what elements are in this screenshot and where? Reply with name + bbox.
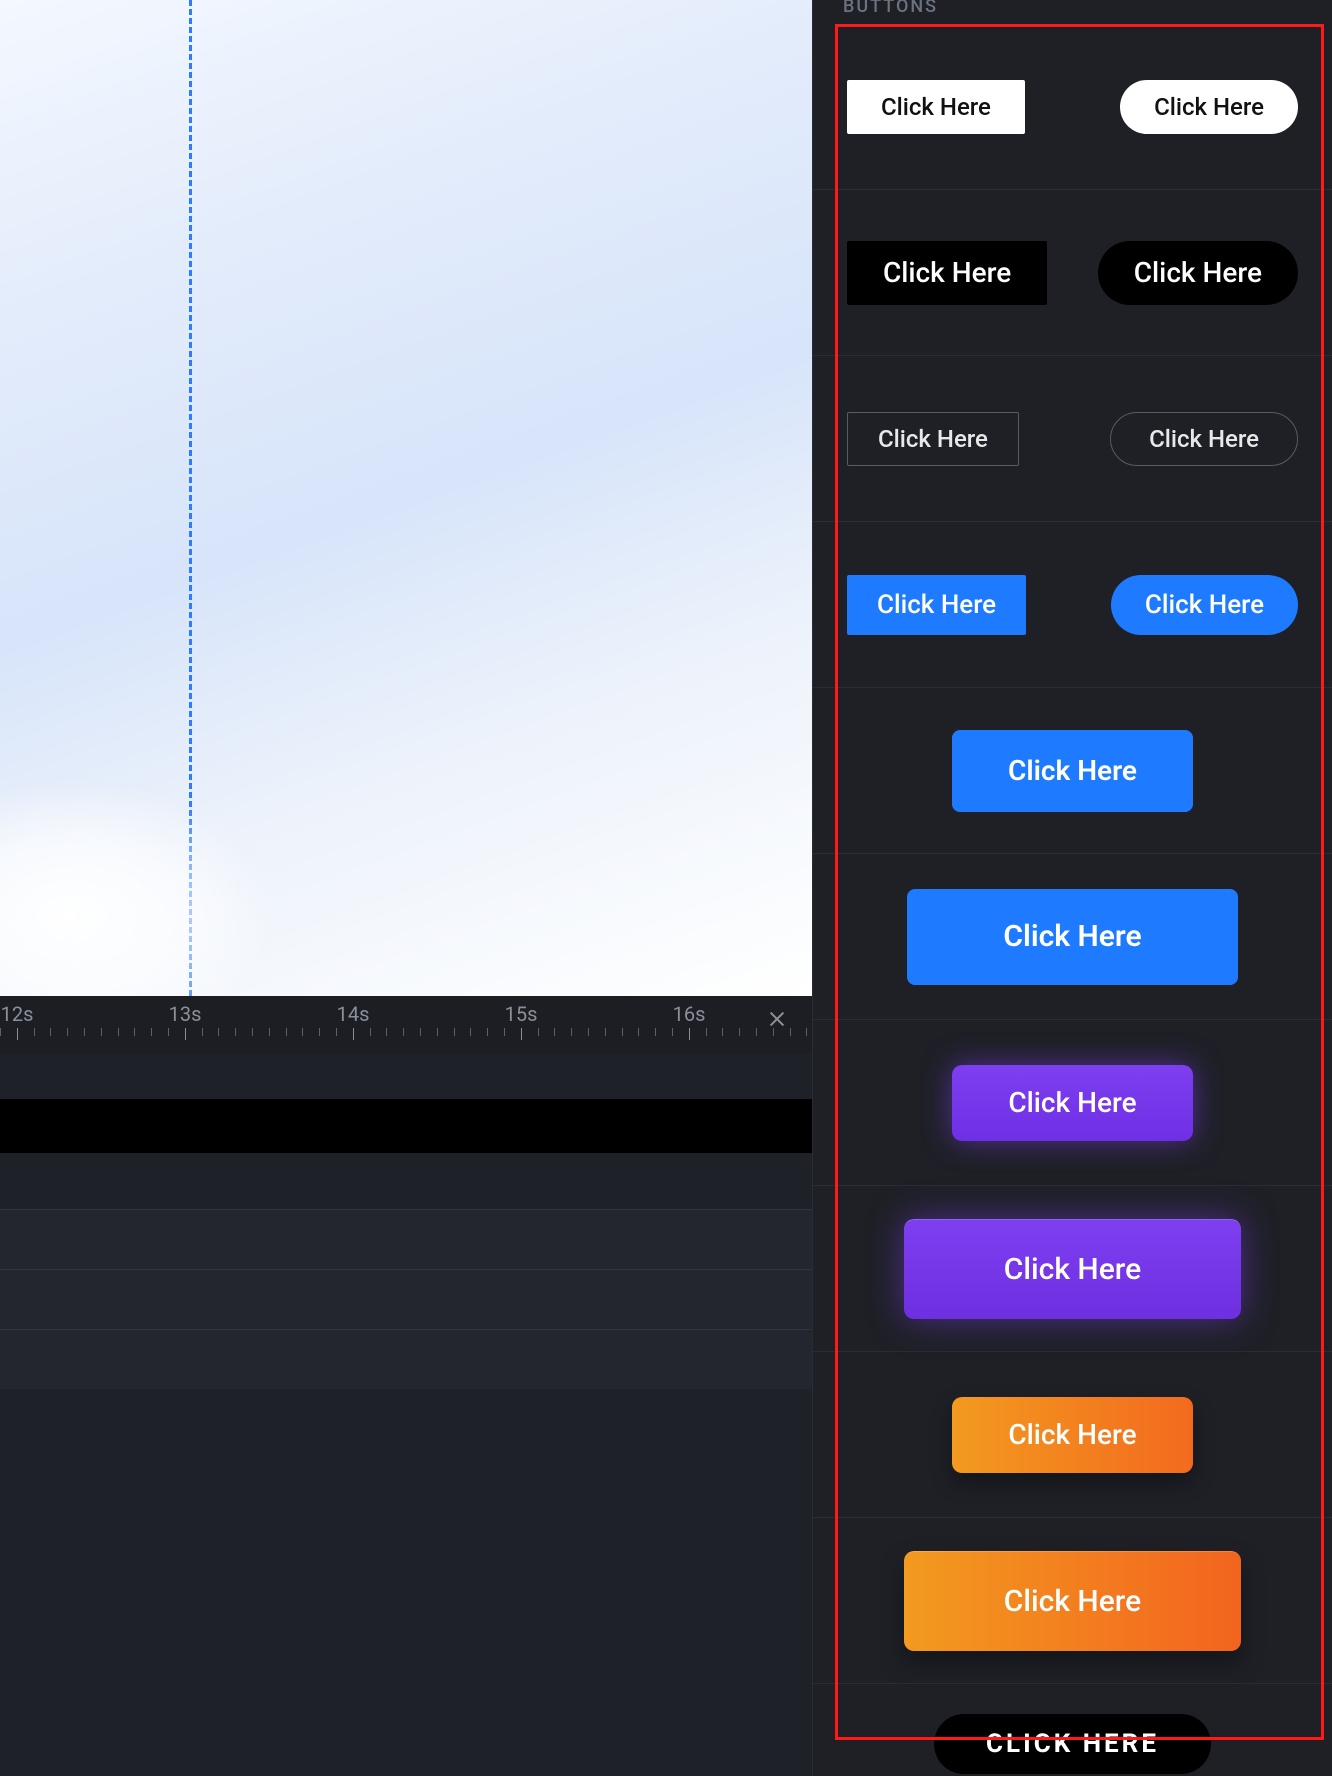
button-preset-black-pill[interactable]: Click Here — [1098, 241, 1298, 305]
button-style-row: Click Here — [813, 1020, 1332, 1186]
button-preset-white-rect[interactable]: Click Here — [847, 80, 1025, 134]
button-style-row: Click Here — [813, 1352, 1332, 1518]
preview-canvas[interactable] — [0, 0, 812, 996]
button-preset-blue-pill[interactable]: Click Here — [1111, 575, 1298, 635]
button-style-row: Click Here — [813, 854, 1332, 1020]
editor-left-pane: 12s 13s 14s 15s 16s — [0, 0, 812, 1776]
button-preset-blue-rect[interactable]: Click Here — [847, 575, 1026, 635]
button-style-row: Click Here Click Here — [813, 522, 1332, 688]
button-preset-orange-medium[interactable]: Click Here — [952, 1397, 1192, 1473]
timeline-time-label: 13s — [169, 1002, 202, 1026]
button-style-row: Click Here — [813, 1186, 1332, 1352]
button-style-row: Click Here — [813, 688, 1332, 854]
button-preset-outline-pill[interactable]: Click Here — [1110, 412, 1298, 466]
button-preset-blue-large[interactable]: Click Here — [907, 889, 1237, 985]
button-preset-orange-large[interactable]: Click Here — [904, 1551, 1241, 1651]
timeline-ruler[interactable]: 12s 13s 14s 15s 16s — [0, 996, 812, 1054]
track-row[interactable] — [0, 1209, 812, 1269]
timeline-time-label: 16s — [673, 1002, 706, 1026]
vertical-guide-line[interactable] — [189, 0, 192, 996]
track-row[interactable] — [0, 1329, 812, 1389]
button-style-row: Click Here Click Here — [813, 24, 1332, 190]
button-style-row: Click Here Click Here — [813, 356, 1332, 522]
button-preset-purple-large[interactable]: Click Here — [904, 1219, 1241, 1319]
timeline-tracks — [0, 1054, 812, 1776]
track-row[interactable] — [0, 1269, 812, 1329]
button-preset-purple-medium[interactable]: Click Here — [952, 1065, 1192, 1141]
button-preset-blue-medium[interactable]: Click Here — [952, 730, 1193, 812]
button-preset-black-rect[interactable]: Click Here — [847, 241, 1047, 305]
timeline-time-label: 15s — [505, 1002, 538, 1026]
button-preset-black-caps-pill[interactable]: CLICK HERE — [934, 1714, 1211, 1774]
timeline-time-label: 14s — [337, 1002, 370, 1026]
close-timeline-button[interactable] — [762, 1004, 792, 1034]
close-icon — [766, 1008, 788, 1030]
timeline-time-label: 12s — [1, 1002, 34, 1026]
button-style-row: Click Here Click Here — [813, 190, 1332, 356]
elements-panel: BUTTONS Click Here Click Here Click Here… — [812, 0, 1332, 1776]
button-preset-white-pill[interactable]: Click Here — [1120, 80, 1298, 134]
button-style-row: CLICK HERE — [813, 1684, 1332, 1776]
panel-section-title: BUTTONS — [813, 0, 1332, 24]
track-strip[interactable] — [0, 1099, 812, 1153]
button-preset-outline-rect[interactable]: Click Here — [847, 412, 1019, 466]
button-style-row: Click Here — [813, 1518, 1332, 1684]
